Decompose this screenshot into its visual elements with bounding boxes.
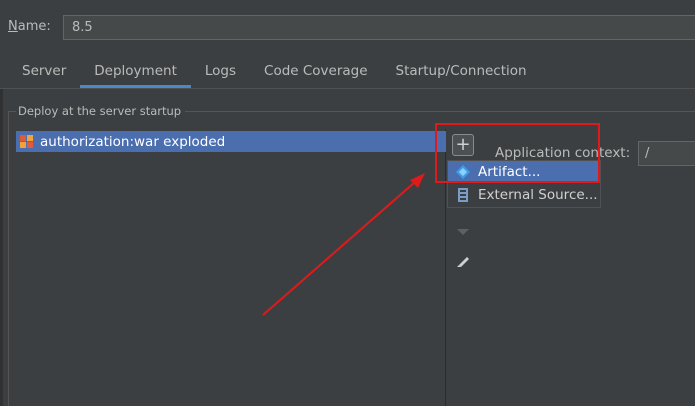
menu-item-external-source[interactable]: External Source...: [448, 184, 600, 206]
tab-startup-connection[interactable]: Startup/Connection: [382, 58, 541, 88]
deploy-list-item[interactable]: authorization:war exploded: [16, 131, 446, 152]
tab-deployment[interactable]: Deployment: [80, 58, 191, 88]
name-input[interactable]: [63, 15, 695, 40]
arrow-down-icon: [457, 229, 469, 235]
edit-button[interactable]: [452, 250, 474, 272]
menu-item-artifact-label: Artifact...: [478, 164, 541, 180]
deploy-list[interactable]: [14, 129, 446, 406]
tab-separator: [0, 88, 695, 89]
artifact-icon: [456, 165, 470, 179]
move-down-button[interactable]: [452, 222, 474, 244]
tab-code-coverage[interactable]: Code Coverage: [250, 58, 382, 88]
window-left-edge: [0, 88, 3, 406]
menu-item-artifact[interactable]: Artifact...: [448, 161, 600, 183]
deploy-group-title: Deploy at the server startup: [16, 104, 186, 118]
external-source-icon: [456, 188, 470, 202]
plus-icon: +: [455, 134, 471, 155]
tab-logs[interactable]: Logs: [191, 58, 250, 88]
tab-server[interactable]: Server: [8, 58, 80, 88]
menu-item-external-source-label: External Source...: [478, 187, 598, 203]
tab-bar: Server Deployment Logs Code Coverage Sta…: [8, 58, 541, 88]
deploy-item-label: authorization:war exploded: [40, 133, 226, 150]
name-label: Name:: [8, 19, 51, 34]
app-context-label: Application context:: [495, 145, 631, 161]
war-exploded-icon: [20, 134, 34, 149]
pencil-icon: [457, 257, 469, 267]
add-button[interactable]: +: [452, 134, 474, 156]
app-context-input[interactable]: [638, 141, 695, 166]
